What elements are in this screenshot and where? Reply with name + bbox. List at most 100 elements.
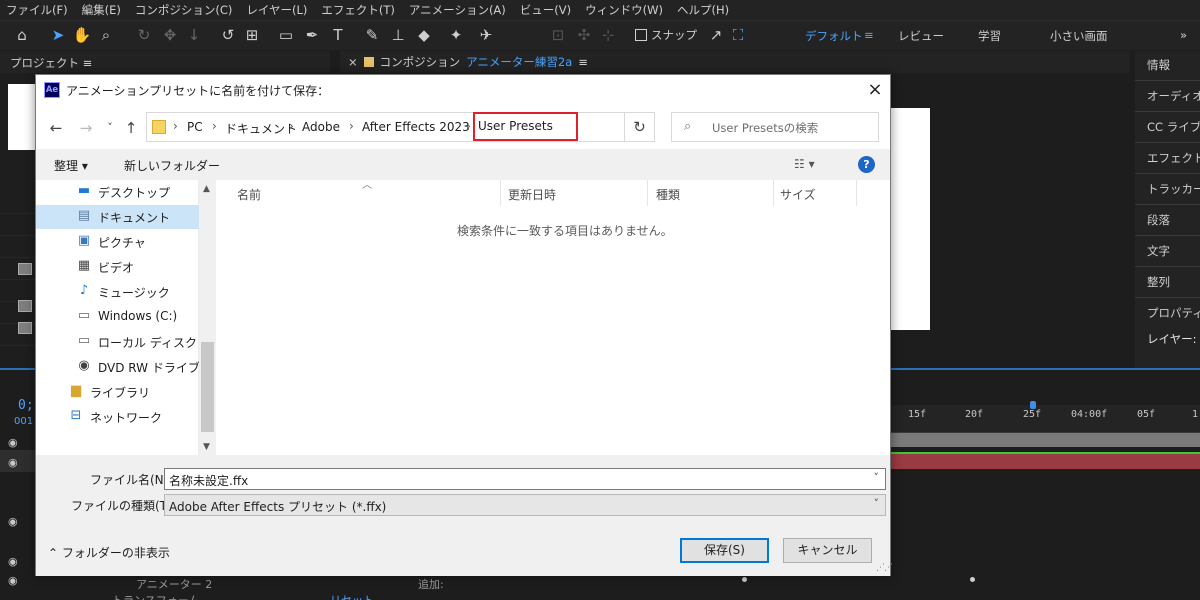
help-icon[interactable]: ? <box>858 156 875 173</box>
panel-tracker[interactable]: トラッカー <box>1147 181 1200 197</box>
axis-icon[interactable]: ✣ <box>574 25 594 45</box>
column-header-size[interactable]: サイズ <box>780 186 816 203</box>
layer-duration-bar[interactable] <box>890 452 1200 469</box>
panel-properties[interactable]: プロパティ: <box>1147 305 1200 321</box>
breadcrumb-pc[interactable]: PC <box>187 120 203 134</box>
breadcrumb-separator-icon[interactable]: › <box>289 119 294 133</box>
breadcrumb-user-presets[interactable]: User Presets <box>473 112 578 141</box>
playhead-marker[interactable] <box>1030 401 1036 409</box>
panel-cc-libraries[interactable]: CC ライブラ <box>1147 119 1200 135</box>
column-divider[interactable] <box>856 180 857 206</box>
resize-grip-icon[interactable]: ⋰⋰ <box>876 563 893 573</box>
menu-layer[interactable]: レイヤー(L) <box>246 2 307 18</box>
up-arrow-icon[interactable]: ↑ <box>121 118 141 138</box>
menu-composition[interactable]: コンポジション(C) <box>135 2 233 18</box>
panel-effects[interactable]: エフェクト& <box>1147 150 1200 166</box>
workspace-default[interactable]: デフォルト <box>805 28 863 44</box>
menu-window[interactable]: ウィンドウ(W) <box>585 2 663 18</box>
comp-menu-icon[interactable]: ≡ <box>578 55 588 69</box>
breadcrumb-separator-icon[interactable]: › <box>212 119 217 133</box>
brush-tool-icon[interactable]: ✎ <box>362 25 382 45</box>
snap-options-icon[interactable]: ↗ <box>706 25 726 45</box>
column-divider[interactable] <box>647 180 648 206</box>
project-row[interactable] <box>0 214 36 236</box>
zoom-tool-icon[interactable]: ⌕ <box>96 25 116 45</box>
chevron-down-icon[interactable]: ˅ <box>874 471 880 484</box>
visibility-eye-icon[interactable]: ◉ <box>8 555 18 568</box>
visibility-eye-icon[interactable]: ◉ <box>8 515 18 528</box>
menu-file[interactable]: ファイル(F) <box>6 2 68 18</box>
nav-item-dvd-drive[interactable]: ◉ DVD RW ドライブ (E: <box>36 355 220 379</box>
save-button[interactable]: 保存(S) <box>680 538 769 563</box>
anchor-tool-icon[interactable]: ⊞ <box>242 25 262 45</box>
nav-item-network[interactable]: ⊟ ネットワーク <box>36 405 199 429</box>
back-arrow-icon[interactable]: ← <box>46 118 66 138</box>
column-divider[interactable] <box>773 180 774 206</box>
pan-tool-icon[interactable]: ✥ <box>160 25 180 45</box>
lock-icon[interactable] <box>363 57 374 67</box>
roto-tool-icon[interactable]: ✦ <box>446 25 466 45</box>
pen-tool-icon[interactable]: ✒ <box>302 25 322 45</box>
reset-link[interactable]: リセット <box>330 592 374 600</box>
project-panel-header[interactable]: プロジェクト ≡ <box>0 51 330 73</box>
nav-item-local-disk-d[interactable]: ▭ ローカル ディスク (D:) <box>36 330 224 354</box>
hide-folders-toggle[interactable]: ⌃ フォルダーの非表示 <box>48 544 170 561</box>
nav-item-documents[interactable]: ▤ ドキュメント <box>36 205 199 229</box>
menu-view[interactable]: ビュー(V) <box>520 2 571 18</box>
timecode-display[interactable]: 0; <box>18 398 34 413</box>
clone-tool-icon[interactable]: ⊥ <box>388 25 408 45</box>
column-header-modified[interactable]: 更新日時 <box>508 186 556 203</box>
panel-align[interactable]: 整列 <box>1147 274 1170 290</box>
filetype-select[interactable]: Adobe After Effects プリセット (*.ffx) ˅ <box>164 494 886 516</box>
home-icon[interactable]: ⌂ <box>12 25 32 45</box>
recent-locations-chevron-icon[interactable]: ˅ <box>100 118 120 138</box>
selection-tool-icon[interactable]: ➤ <box>48 25 68 45</box>
workspace-more-icon[interactable]: » <box>1180 28 1187 42</box>
world-axis-icon[interactable]: ⊹ <box>598 25 618 45</box>
orbit-tool-icon[interactable]: ↻ <box>134 25 154 45</box>
keyframe-dot[interactable] <box>742 577 747 582</box>
project-row[interactable] <box>0 280 36 302</box>
nav-item-desktop[interactable]: ▬ デスクトップ <box>36 180 199 204</box>
align-icon[interactable]: ⊡ <box>548 25 568 45</box>
panel-info[interactable]: 情報 <box>1147 57 1170 73</box>
work-area-bar[interactable] <box>890 433 1200 447</box>
visibility-eye-icon[interactable]: ◉ <box>8 574 18 587</box>
scrollbar-thumb[interactable] <box>201 342 214 432</box>
workspace-review[interactable]: レビュー <box>898 28 944 44</box>
breadcrumb-adobe[interactable]: Adobe <box>302 120 340 134</box>
workspace-learn[interactable]: 学習 <box>978 28 1001 44</box>
scroll-up-icon[interactable]: ▲ <box>203 184 210 194</box>
text-tool-icon[interactable]: T <box>328 25 348 45</box>
comp-name-tab[interactable]: アニメーター練習2a <box>466 54 572 70</box>
column-divider[interactable] <box>500 180 501 206</box>
hand-tool-icon[interactable]: ✋ <box>72 25 92 45</box>
nav-item-videos[interactable]: ▦ ビデオ <box>36 255 199 279</box>
visibility-eye-icon[interactable]: ◉ <box>8 456 18 469</box>
column-header-type[interactable]: 種類 <box>656 186 680 203</box>
refresh-icon[interactable]: ↻ <box>625 112 655 142</box>
scroll-down-icon[interactable]: ▼ <box>203 442 210 452</box>
nav-item-pictures[interactable]: ▣ ピクチャ <box>36 230 199 254</box>
forward-arrow-icon[interactable]: → <box>76 118 96 138</box>
panel-paragraph[interactable]: 段落 <box>1147 212 1170 228</box>
panel-character[interactable]: 文字 <box>1147 243 1170 259</box>
eraser-tool-icon[interactable]: ◆ <box>414 25 434 45</box>
nav-item-windows-c[interactable]: ▭ Windows (C:) <box>36 305 199 329</box>
snap-toggle[interactable]: スナップ <box>635 27 697 43</box>
menu-help[interactable]: ヘルプ(H) <box>677 2 729 18</box>
view-options-icon[interactable]: ☷ ▾ <box>794 157 815 171</box>
rectangle-tool-icon[interactable]: ▭ <box>276 25 296 45</box>
dialog-titlebar[interactable]: Ae アニメーションプリセットに名前を付けて保存： × <box>36 75 890 105</box>
menu-edit[interactable]: 編集(E) <box>82 2 121 18</box>
search-input[interactable]: ⌕ User Presetsの検索 <box>671 112 879 142</box>
selected-layer-row[interactable] <box>0 450 36 472</box>
nav-item-libraries[interactable]: ▆ ライブラリ <box>36 380 199 404</box>
breadcrumb-separator-icon[interactable]: › <box>173 119 178 133</box>
expand-icon[interactable]: ⛶ <box>728 25 748 45</box>
breadcrumb-separator-icon[interactable]: › <box>466 119 471 133</box>
panel-audio[interactable]: オーディオ <box>1147 88 1200 104</box>
add-label[interactable]: 追加: <box>418 576 444 592</box>
column-header-name[interactable]: 名前 <box>237 186 261 203</box>
breadcrumb-after-effects[interactable]: After Effects 2023 <box>362 120 470 134</box>
